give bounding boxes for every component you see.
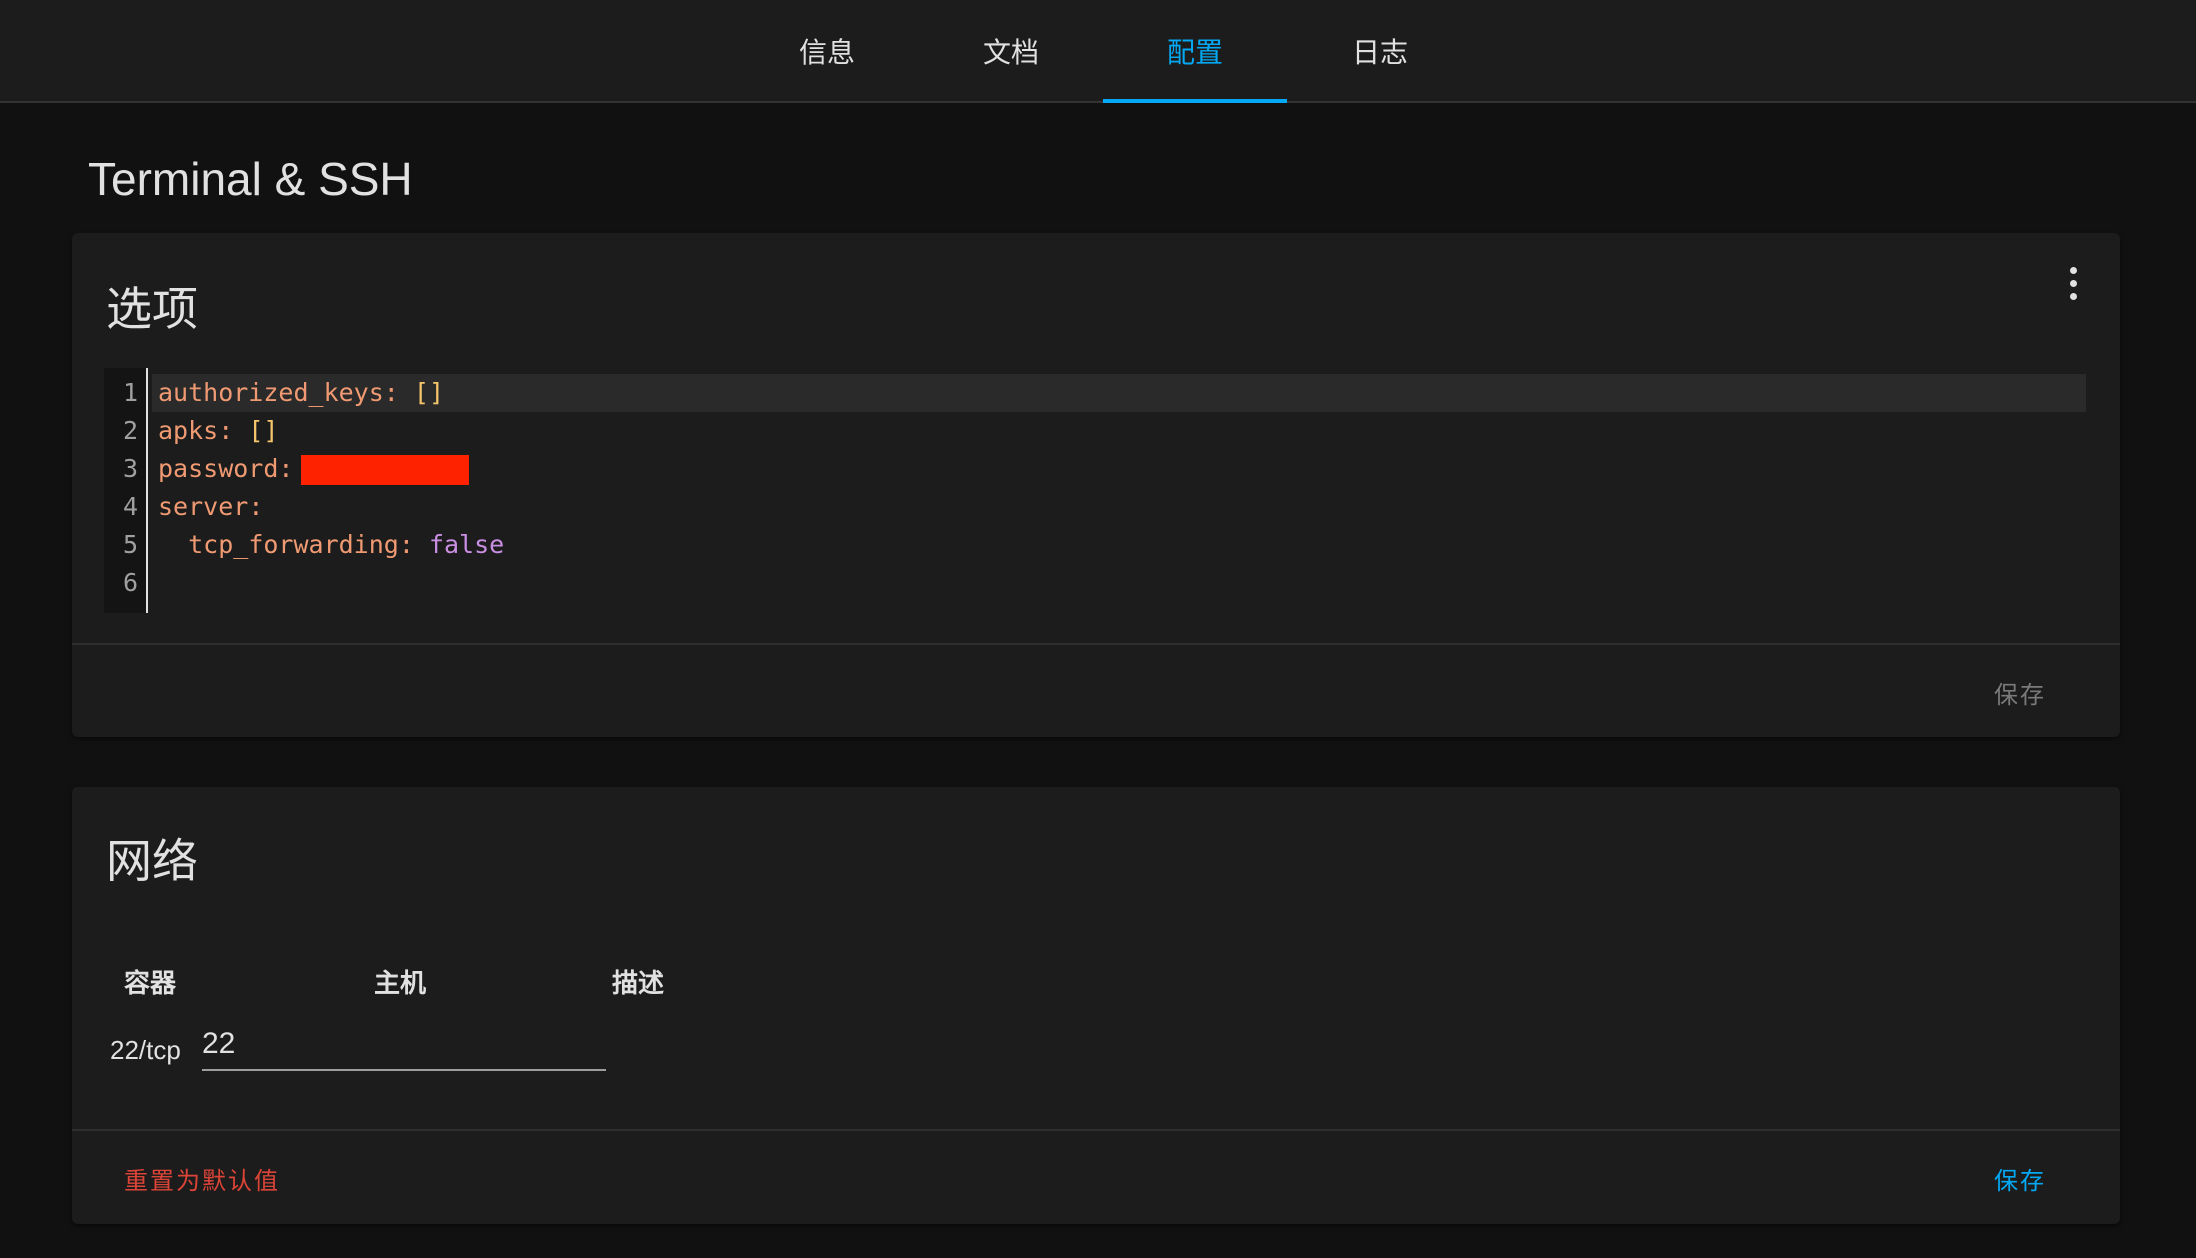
reset-defaults-button[interactable]: 重置为默认值 [124,1161,280,1196]
host-port-input[interactable] [202,1019,606,1071]
options-title: 选项 [106,282,198,336]
yaml-key: authorized_keys [158,378,384,407]
column-header-host: 主机 [374,969,427,999]
column-header-description: 描述 [612,969,665,999]
yaml-key: tcp_forwarding [188,530,399,559]
yaml-separator: : [278,454,294,483]
yaml-key: server [158,492,249,521]
code-line[interactable] [152,564,2086,602]
code-area[interactable]: authorized_keys: [] apks: [] password: s… [152,374,2086,602]
yaml-separator: : [383,378,414,407]
line-number: 2 [122,416,138,445]
yaml-value: false [428,530,505,559]
network-title: 网络 [106,834,198,888]
options-save-button[interactable]: 保存 [1994,675,2046,710]
line-number: 1 [122,378,138,407]
line-number-gutter: 1 2 3 4 5 6 [104,368,148,613]
yaml-indent [158,530,188,559]
code-line[interactable]: apks: [] [152,412,2086,450]
tab-bar: 信息 文档 配置 日志 [0,0,2196,103]
yaml-value: [] [248,416,279,445]
line-number: 4 [122,492,138,521]
tab-docs[interactable]: 文档 [919,0,1103,101]
tab-config[interactable]: 配置 [1103,0,1287,103]
yaml-separator: : [218,416,249,445]
more-menu-icon[interactable] [2056,261,2090,305]
code-line[interactable]: password: [152,450,2086,488]
yaml-key: apks [158,416,219,445]
yaml-value: [] [413,378,444,407]
code-line[interactable]: tcp_forwarding: false [152,526,2086,564]
tab-logs[interactable]: 日志 [1288,0,1472,101]
network-save-button[interactable]: 保存 [1994,1161,2046,1196]
options-card: 选项 1 2 3 4 5 6 authorized_keys: [] apks:… [72,233,2120,737]
code-line[interactable]: authorized_keys: [] [152,374,2086,412]
network-card: 网络 容器 主机 描述 22/tcp 重置为默认值 保存 [72,787,2120,1224]
column-header-container: 容器 [124,969,177,999]
line-number: 6 [122,568,138,597]
page-title: Terminal & SSH [88,153,413,205]
line-number: 3 [122,454,138,483]
card-divider [72,1129,2120,1131]
yaml-separator: : [398,530,429,559]
yaml-key: password [158,454,279,483]
redacted-password [301,455,470,485]
yaml-separator: : [248,492,264,521]
line-number: 5 [122,530,138,559]
code-line[interactable]: server: [152,488,2086,526]
yaml-editor[interactable]: 1 2 3 4 5 6 authorized_keys: [] apks: []… [104,368,2086,613]
container-port: 22/tcp [110,1035,181,1065]
card-divider [72,643,2120,645]
tab-info[interactable]: 信息 [735,0,919,101]
